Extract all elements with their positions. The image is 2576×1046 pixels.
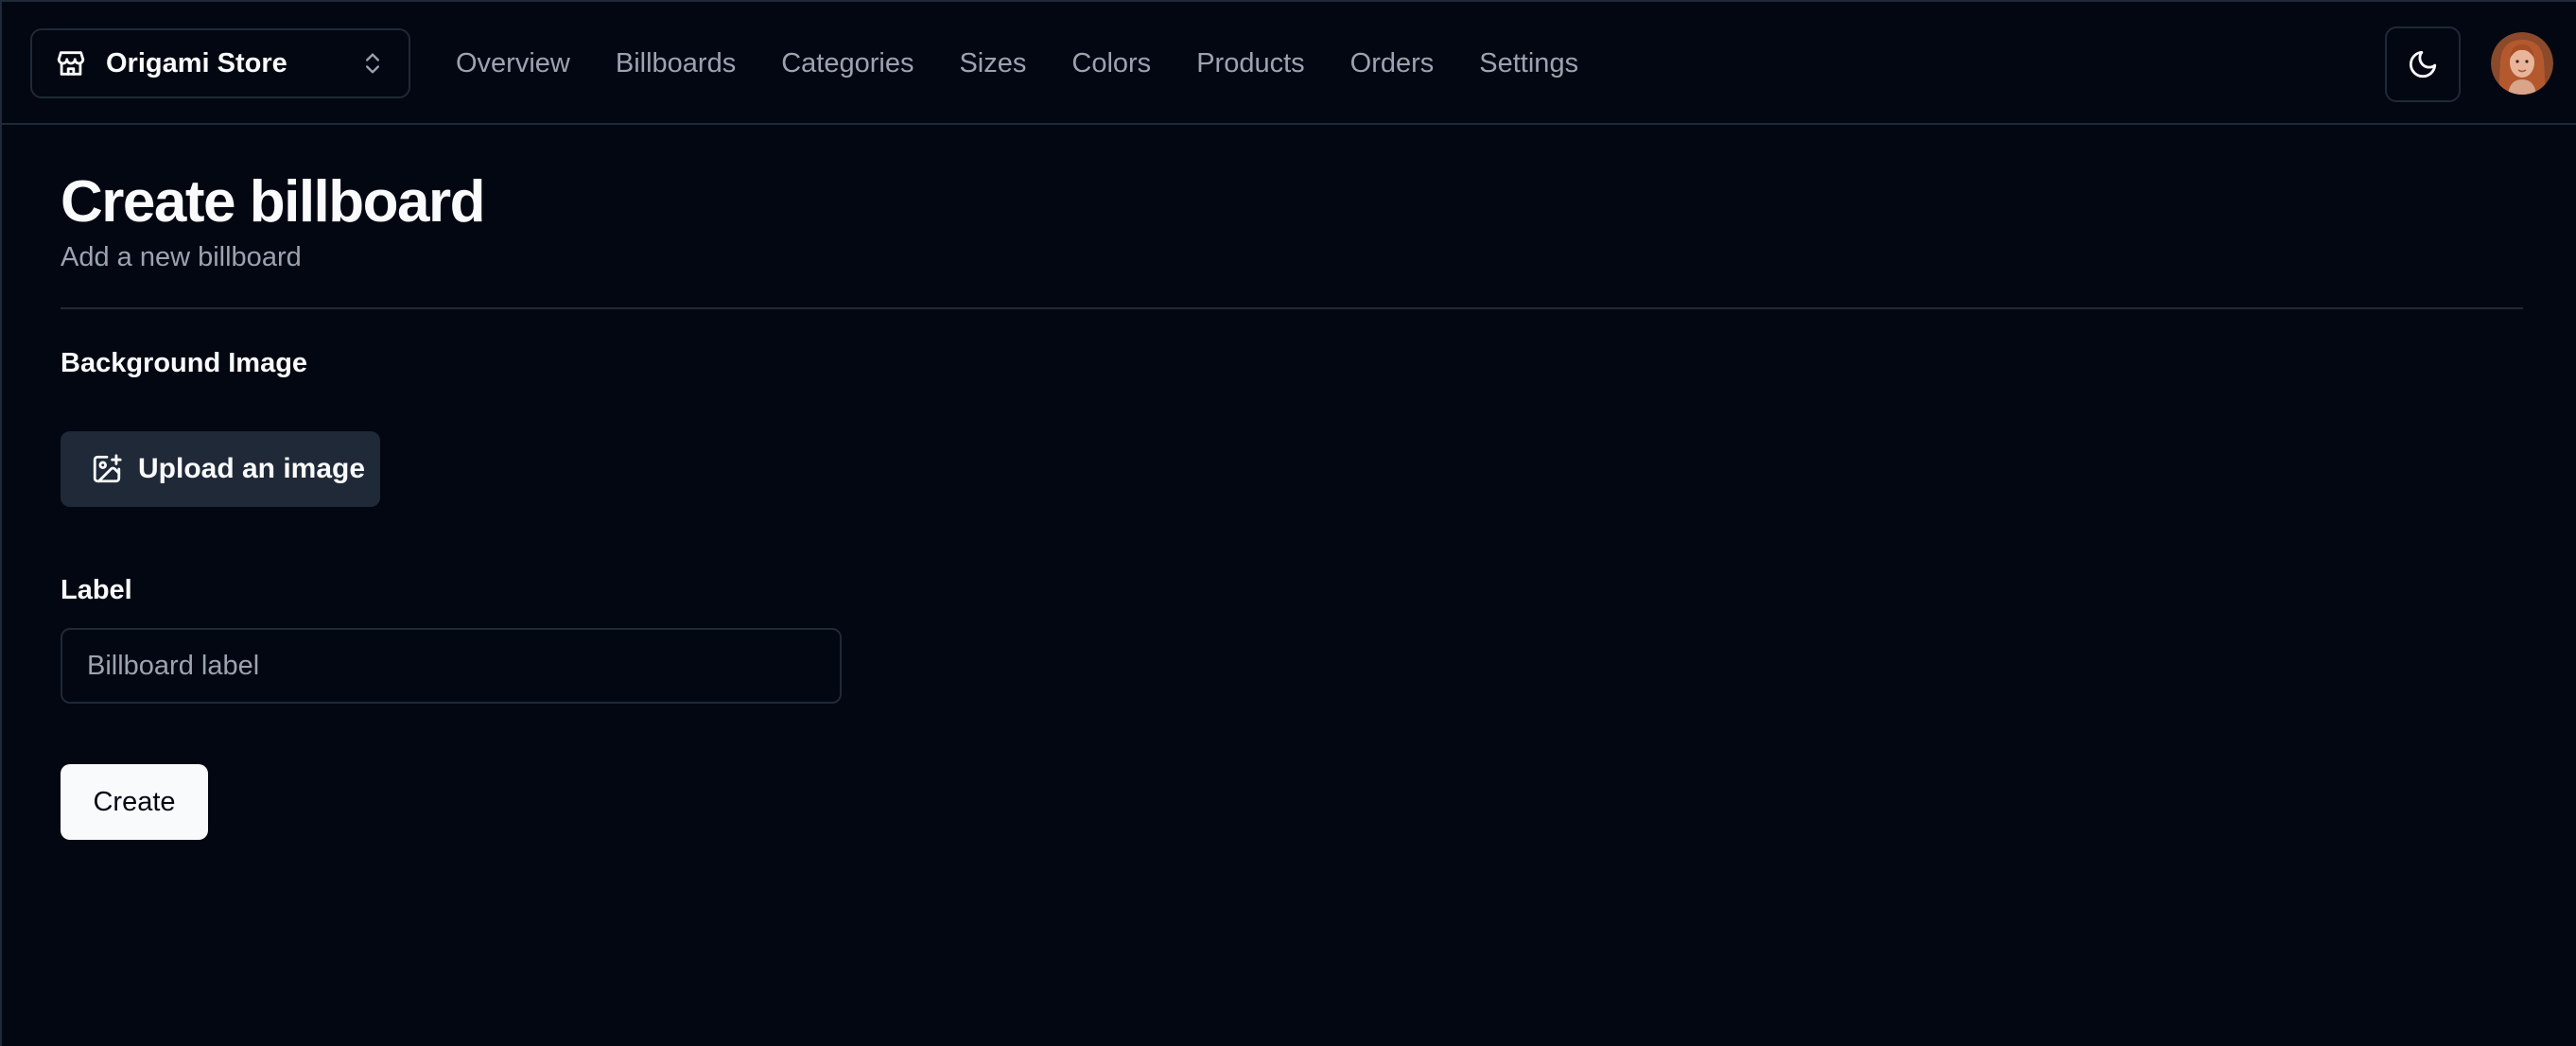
page-subtitle: Add a new billboard: [61, 242, 302, 272]
label-field-label: Label: [61, 575, 132, 605]
moon-icon: [2407, 48, 2439, 80]
upload-image-label: Upload an image: [138, 453, 366, 484]
top-navbar: Origami Store Overview Billboards Catego…: [2, 2, 2576, 125]
store-name: Origami Store: [106, 47, 287, 78]
nav-link-colors[interactable]: Colors: [1071, 48, 1151, 79]
page-title: Create billboard: [61, 169, 486, 235]
nav-link-products[interactable]: Products: [1196, 48, 1304, 79]
upload-image-button[interactable]: Upload an image: [61, 431, 380, 507]
create-button[interactable]: Create: [61, 764, 208, 840]
store-icon: [55, 47, 87, 79]
chevrons-up-down-icon: [359, 50, 386, 77]
nav-link-overview[interactable]: Overview: [456, 48, 570, 79]
main-nav: Overview Billboards Categories Sizes Col…: [456, 2, 1578, 125]
store-switcher[interactable]: Origami Store: [30, 28, 410, 98]
page: Origami Store Overview Billboards Catego…: [0, 0, 2576, 1046]
image-plus-icon: [91, 453, 123, 485]
nav-link-billboards[interactable]: Billboards: [616, 48, 736, 79]
background-image-label: Background Image: [61, 348, 308, 378]
user-avatar[interactable]: [2491, 32, 2553, 95]
separator: [61, 307, 2523, 309]
nav-link-settings[interactable]: Settings: [1479, 48, 1578, 79]
nav-link-categories[interactable]: Categories: [781, 48, 914, 79]
billboard-label-input[interactable]: [61, 628, 842, 704]
nav-link-orders[interactable]: Orders: [1350, 48, 1435, 79]
nav-link-sizes[interactable]: Sizes: [959, 48, 1026, 79]
theme-toggle-button[interactable]: [2385, 26, 2461, 102]
